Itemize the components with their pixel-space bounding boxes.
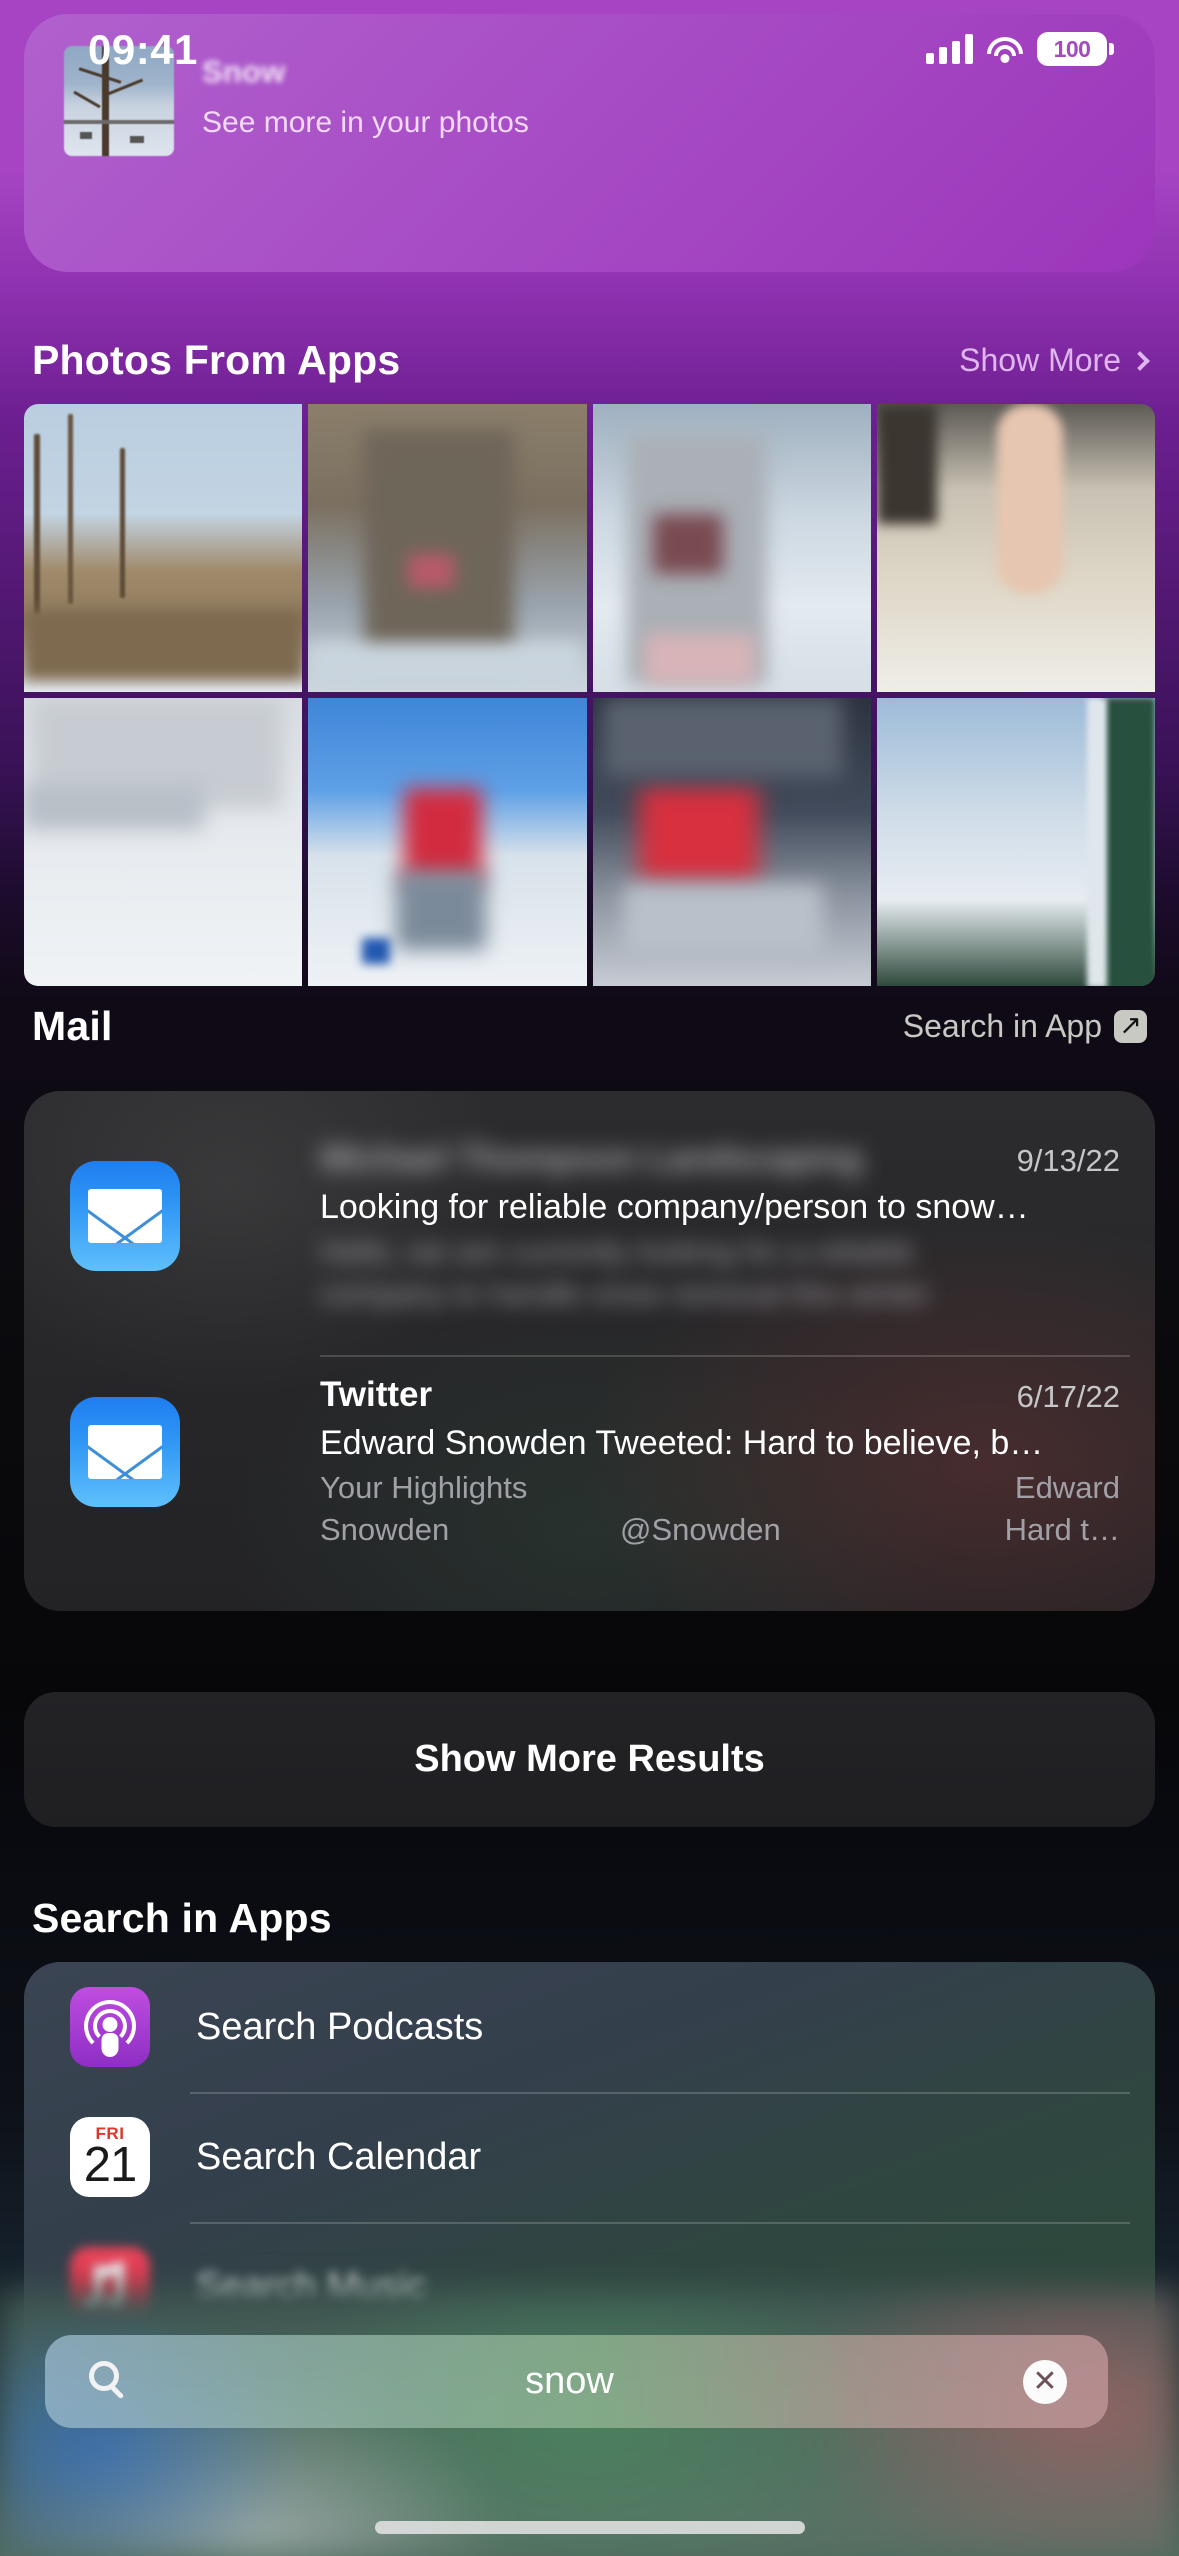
calendar-day-number: 21 xyxy=(83,2138,138,2192)
search-in-app-label: Search in App xyxy=(902,1008,1102,1044)
envelope-icon xyxy=(88,1189,162,1243)
photo-cell[interactable] xyxy=(592,698,871,986)
mail-preview-right: Hard t… xyxy=(1004,1512,1120,1547)
search-in-apps-title: Search in Apps xyxy=(32,1895,332,1941)
mail-preview-left: Snowden xyxy=(320,1512,450,1547)
photo-cell[interactable] xyxy=(876,404,1155,692)
search-calendar-label: Search Calendar xyxy=(196,2135,482,2178)
mail-row-divider xyxy=(320,1355,1130,1357)
search-input[interactable]: snow xyxy=(45,2335,1108,2428)
snow-photo-thumbnail xyxy=(64,46,174,156)
photo-cell[interactable] xyxy=(24,698,303,986)
mail-preview-left: Your Highlights xyxy=(320,1470,528,1505)
iphone-spotlight-search-screen: Snow See more in your photos 09:41 100 P… xyxy=(0,0,1179,2556)
mail-subject: Edward Snowden Tweeted: Hard to believe,… xyxy=(320,1424,1044,1462)
search-podcasts-label: Search Podcasts xyxy=(196,2005,484,2048)
mail-sender: Twitter xyxy=(320,1375,433,1414)
mail-app-icon xyxy=(70,1397,180,1507)
mail-search-in-app-button[interactable]: Search in App xyxy=(902,1006,1147,1045)
mail-section-title: Mail xyxy=(32,1003,113,1049)
mail-result-row[interactable]: Twitter 6/17/22 Edward Snowden Tweeted: … xyxy=(24,1363,1155,1583)
photo-cell[interactable] xyxy=(592,404,871,692)
calendar-app-icon: FRI 21 xyxy=(70,2117,150,2197)
photo-cell[interactable] xyxy=(308,698,587,986)
snow-card-title: Snow xyxy=(202,54,286,89)
photo-cell[interactable] xyxy=(24,404,303,692)
mail-subject: Looking for reliable company/person to s… xyxy=(320,1188,1029,1226)
search-in-app-row-calendar[interactable]: FRI 21 Search Calendar xyxy=(24,2092,1155,2222)
chevron-right-icon xyxy=(1130,350,1150,371)
photo-cell[interactable] xyxy=(876,698,1155,986)
photo-results-grid[interactable] xyxy=(24,404,1155,986)
mail-date: 6/17/22 xyxy=(1016,1379,1120,1414)
clear-x-icon[interactable]: ✕ xyxy=(1023,2360,1067,2404)
show-more-results-label: Show More Results xyxy=(414,1738,765,1780)
photo-cell[interactable] xyxy=(308,404,587,692)
search-in-app-row-podcasts[interactable]: Search Podcasts xyxy=(24,1962,1155,2092)
photos-show-more-label: Show More xyxy=(959,342,1121,378)
show-more-results-button[interactable]: Show More Results xyxy=(24,1692,1155,1827)
mail-date: 9/13/22 xyxy=(1016,1143,1120,1178)
arrow-up-right-box-icon xyxy=(1114,1006,1147,1044)
mail-section-header: Mail Search in App xyxy=(0,1003,1179,1050)
mail-app-icon xyxy=(70,1161,180,1271)
photos-from-apps-header: Photos From Apps Show More xyxy=(0,337,1179,384)
photos-show-more-button[interactable]: Show More xyxy=(959,342,1150,379)
search-field[interactable]: snow ✕ xyxy=(45,2335,1108,2428)
photos-section-title: Photos From Apps xyxy=(32,337,401,383)
mail-preview-right: Edward xyxy=(1014,1470,1120,1505)
snow-card-text-block: Snow See more in your photos xyxy=(202,54,529,140)
snow-suggestion-card[interactable]: Snow See more in your photos xyxy=(24,14,1155,272)
mail-preview-handle: @Snowden xyxy=(620,1512,781,1547)
home-indicator[interactable] xyxy=(374,2521,805,2534)
mail-result-row[interactable]: Michael Thompson Landscaping 9/13/22 Loo… xyxy=(24,1127,1155,1341)
mail-preview: Hello, we are currently looking for a re… xyxy=(320,1234,930,1311)
envelope-icon xyxy=(88,1425,162,1479)
mail-preview: Your Highlights Edward Snowden @Snowden … xyxy=(320,1467,1120,1551)
search-in-apps-header: Search in Apps xyxy=(0,1895,1179,1942)
mail-results-card: Michael Thompson Landscaping 9/13/22 Loo… xyxy=(24,1091,1155,1611)
snow-card-subtitle: See more in your photos xyxy=(202,106,529,139)
podcasts-app-icon xyxy=(70,1987,150,2067)
mail-sender: Michael Thompson Landscaping xyxy=(320,1139,863,1178)
